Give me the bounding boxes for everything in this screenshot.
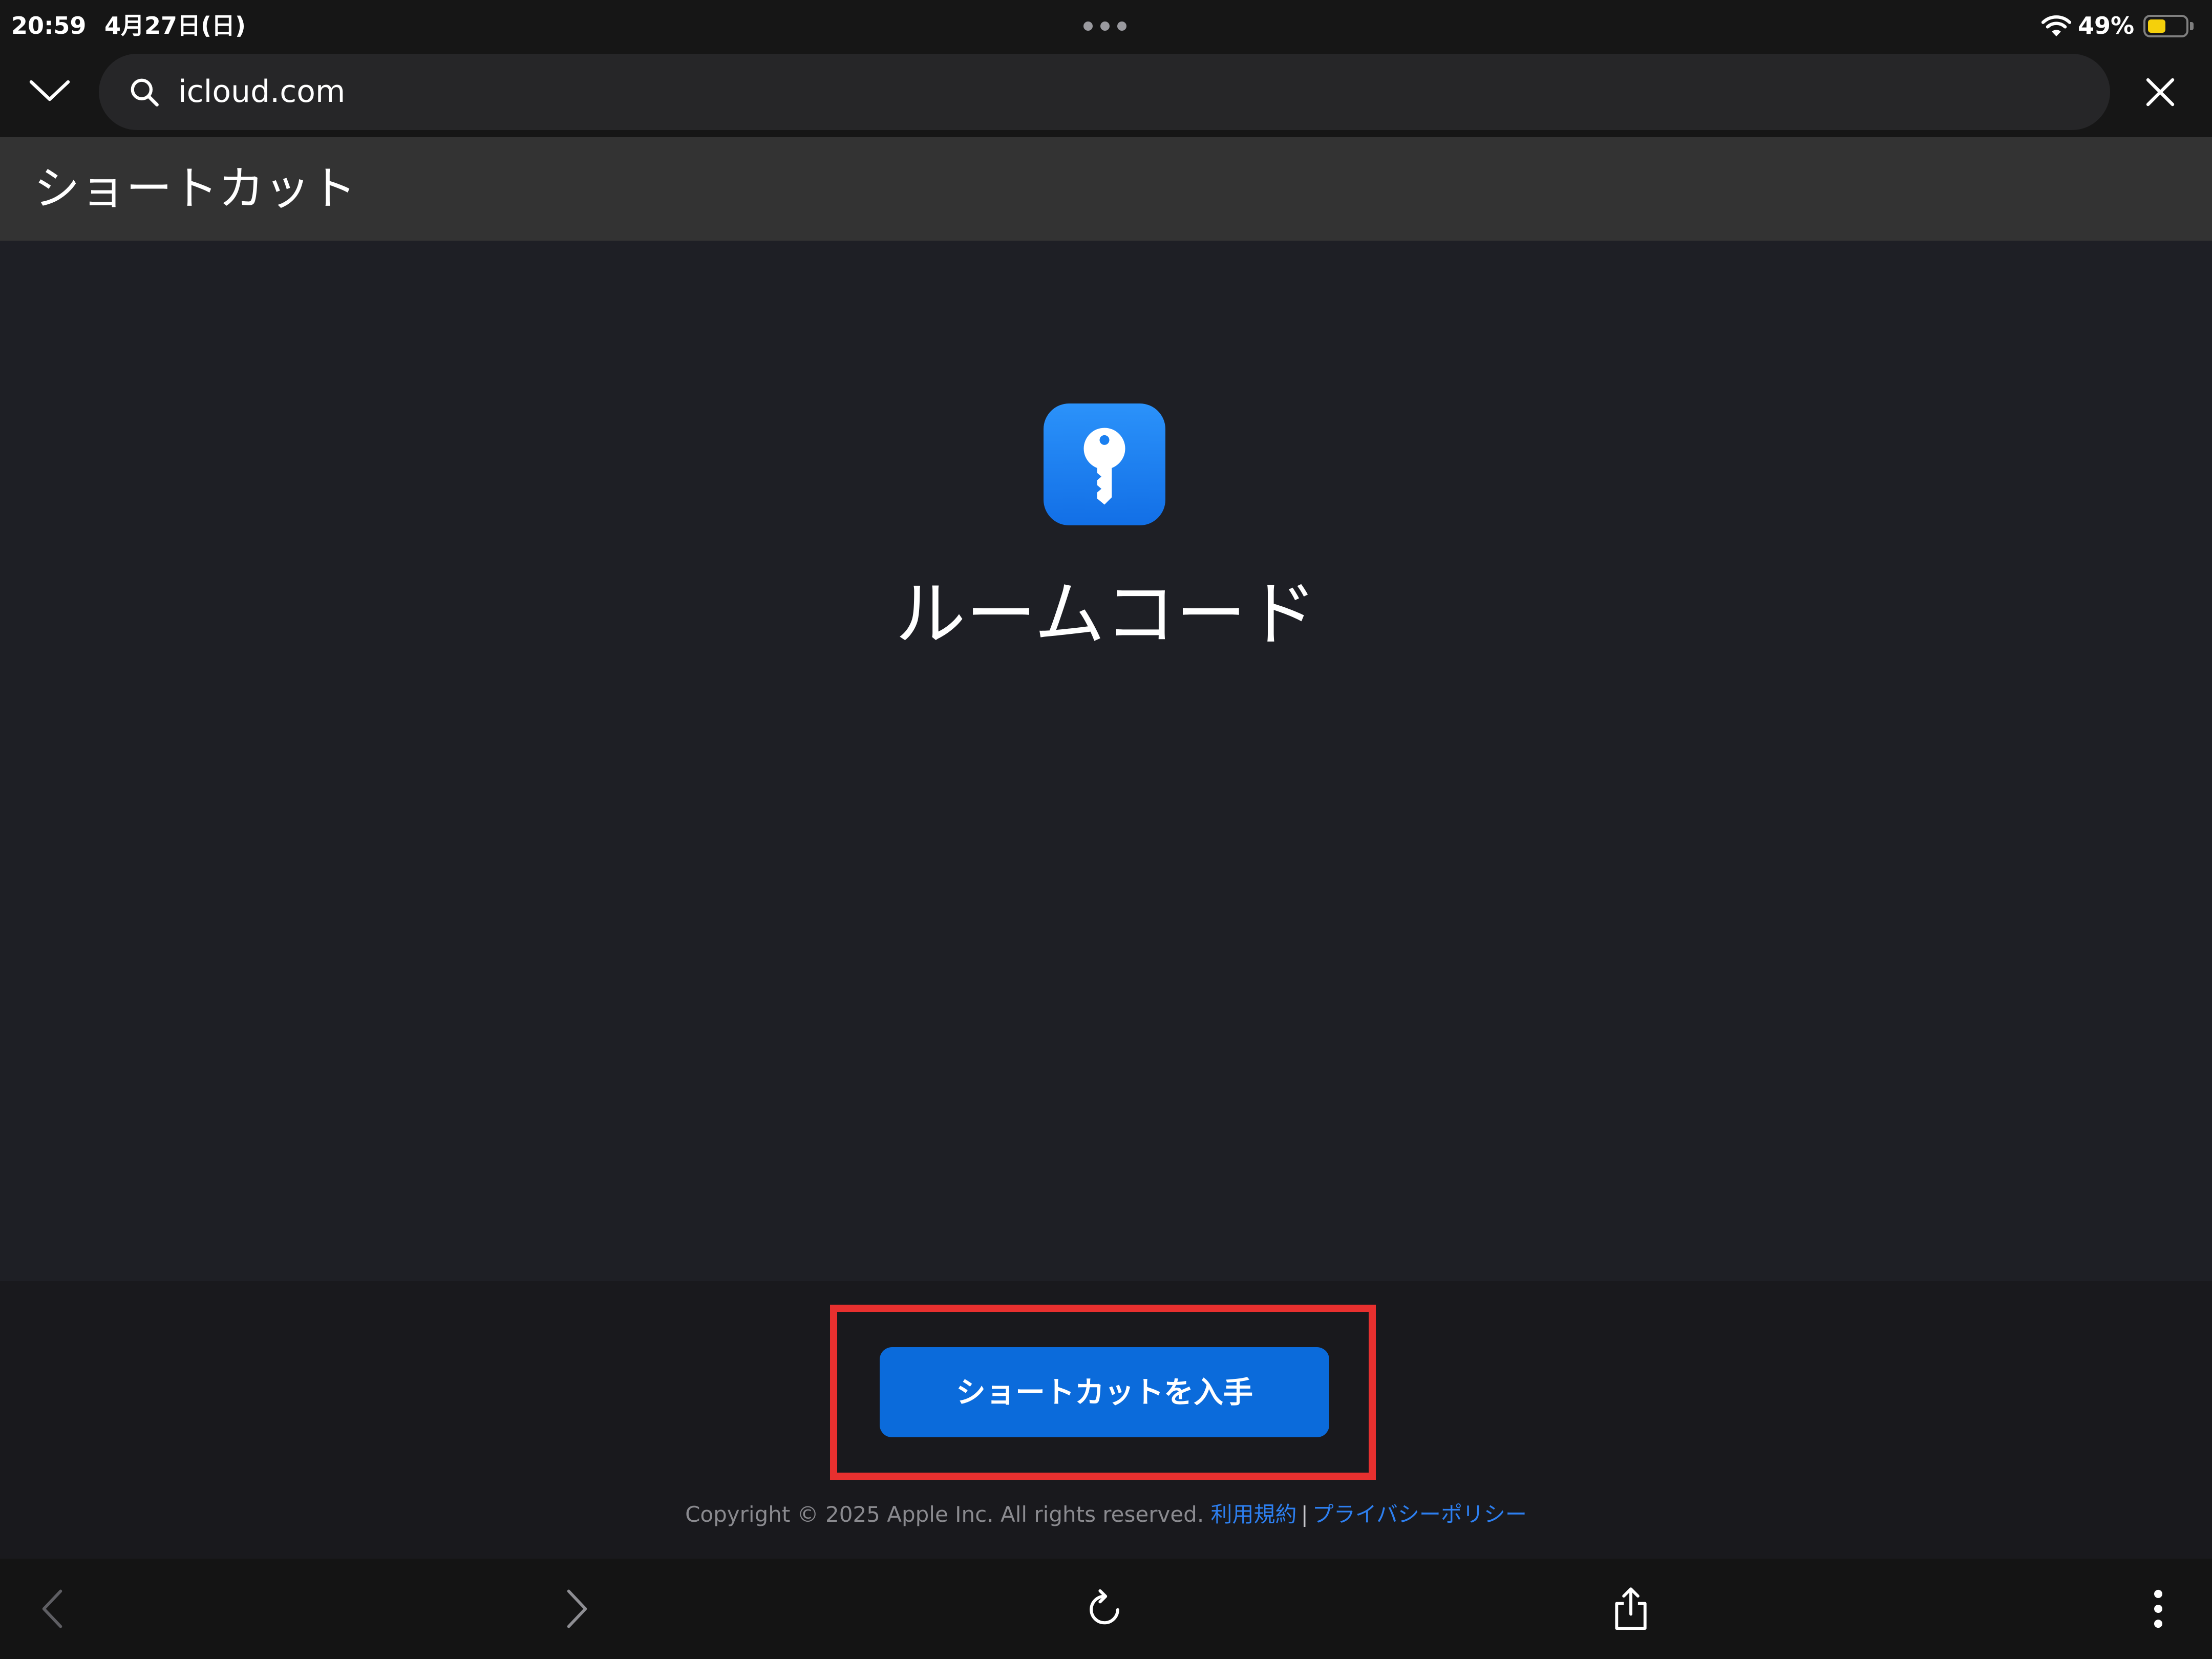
forward-button[interactable]: [551, 1559, 603, 1659]
chevron-down-icon[interactable]: [28, 78, 71, 103]
search-icon: [131, 78, 159, 107]
more-button[interactable]: [2133, 1559, 2184, 1659]
reload-icon: [1090, 1589, 1119, 1625]
shortcut-preview: ルームコード: [0, 241, 2212, 1281]
dot: [1100, 22, 1110, 31]
battery-level-fill: [2148, 19, 2166, 33]
wifi-icon: [2041, 15, 2072, 37]
page-header: ショートカット: [0, 137, 2212, 241]
battery-icon: [2143, 15, 2188, 37]
key-icon: [1044, 403, 1165, 525]
bottom-toolbar: [0, 1559, 2212, 1659]
dot: [1083, 22, 1093, 31]
more-horizontal-icon[interactable]: [1083, 22, 1126, 31]
status-bar: 20:59 4月27日(日) 49%: [0, 0, 2212, 51]
privacy-link[interactable]: プライバシーポリシー: [1312, 1502, 1527, 1527]
back-button[interactable]: [27, 1559, 78, 1659]
battery-percent: 49%: [2078, 12, 2135, 39]
dot: [1117, 22, 1126, 31]
browser-screen: 20:59 4月27日(日) 49% icloud.com ショートカット ルー…: [0, 0, 2212, 1659]
close-icon[interactable]: [2144, 76, 2177, 109]
more-vertical-icon: [2154, 1589, 2162, 1628]
footer-separator: |: [1301, 1502, 1308, 1527]
url-text: icloud.com: [178, 74, 346, 110]
chevron-left-icon: [42, 1589, 62, 1628]
terms-link[interactable]: 利用規約: [1211, 1502, 1297, 1527]
copyright-text: Copyright © 2025 Apple Inc. All rights r…: [685, 1502, 1204, 1527]
share-icon: [1615, 1587, 1647, 1630]
status-time: 20:59: [11, 12, 87, 39]
address-bar[interactable]: icloud.com: [99, 54, 2110, 130]
battery-nub: [2190, 22, 2194, 30]
share-button[interactable]: [1600, 1559, 1662, 1659]
reload-button[interactable]: [1074, 1559, 1135, 1659]
shortcut-name: ルームコード: [895, 573, 1317, 655]
status-date: 4月27日(日): [104, 12, 246, 39]
page-title: ショートカット: [34, 162, 356, 216]
get-shortcut-button[interactable]: ショートカットを入手: [880, 1347, 1329, 1437]
chevron-right-icon: [567, 1589, 587, 1628]
footer: Copyright © 2025 Apple Inc. All rights r…: [0, 1498, 2212, 1531]
action-area: ショートカットを入手 Copyright © 2025 Apple Inc. A…: [0, 1281, 2212, 1559]
